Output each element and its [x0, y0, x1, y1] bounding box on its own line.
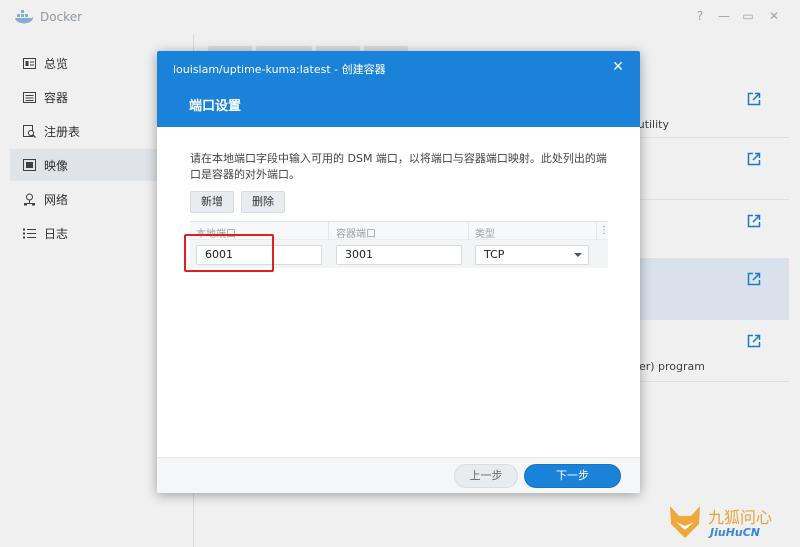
watermark-title: 九狐问心 — [708, 508, 773, 527]
dialog-title: louislam/uptime-kuma:latest - 创建容器 — [173, 63, 386, 76]
type-select-value: TCP — [484, 248, 505, 261]
previous-step-button[interactable]: 上一步 — [454, 464, 518, 488]
container-port-input[interactable]: 3001 — [336, 245, 462, 265]
next-step-button[interactable]: 下一步 — [524, 464, 621, 488]
type-select[interactable]: TCP — [475, 245, 589, 265]
watermark-subtitle: JiuHuCN — [710, 526, 761, 539]
create-container-dialog: louislam/uptime-kuma:latest - 创建容器 ✕ 端口设… — [157, 51, 640, 493]
column-divider — [596, 222, 597, 240]
docker-window: Docker ? — ▭ ✕ 总览 容器 注册表 映像 网络 日志 e util… — [0, 0, 800, 547]
column-container-port[interactable]: 容器端口 — [336, 225, 376, 240]
watermark: 九狐问心 JiuHuCN — [664, 498, 800, 547]
dialog-header: louislam/uptime-kuma:latest - 创建容器 ✕ 端口设… — [157, 51, 640, 127]
add-port-button[interactable]: 新增 — [190, 191, 234, 213]
delete-port-button[interactable]: 删除 — [241, 191, 285, 213]
chevron-down-icon — [574, 253, 582, 257]
fox-logo-icon — [670, 506, 700, 538]
step-title: 端口设置 — [189, 99, 242, 114]
column-divider — [328, 222, 329, 240]
dialog-body: 请在本地端口字段中输入可用的 DSM 端口，以将端口与容器端口映射。此处列出的端… — [157, 127, 640, 457]
port-description: 请在本地端口字段中输入可用的 DSM 端口，以将端口与容器端口映射。此处列出的端… — [190, 152, 607, 181]
annotation-highlight-box — [184, 234, 274, 272]
column-menu-icon[interactable]: ⋮ — [599, 225, 609, 236]
column-divider — [468, 222, 469, 240]
close-icon[interactable]: ✕ — [610, 59, 626, 75]
dialog-footer: 上一步 下一步 — [157, 457, 640, 493]
column-type[interactable]: 类型 — [475, 225, 495, 240]
